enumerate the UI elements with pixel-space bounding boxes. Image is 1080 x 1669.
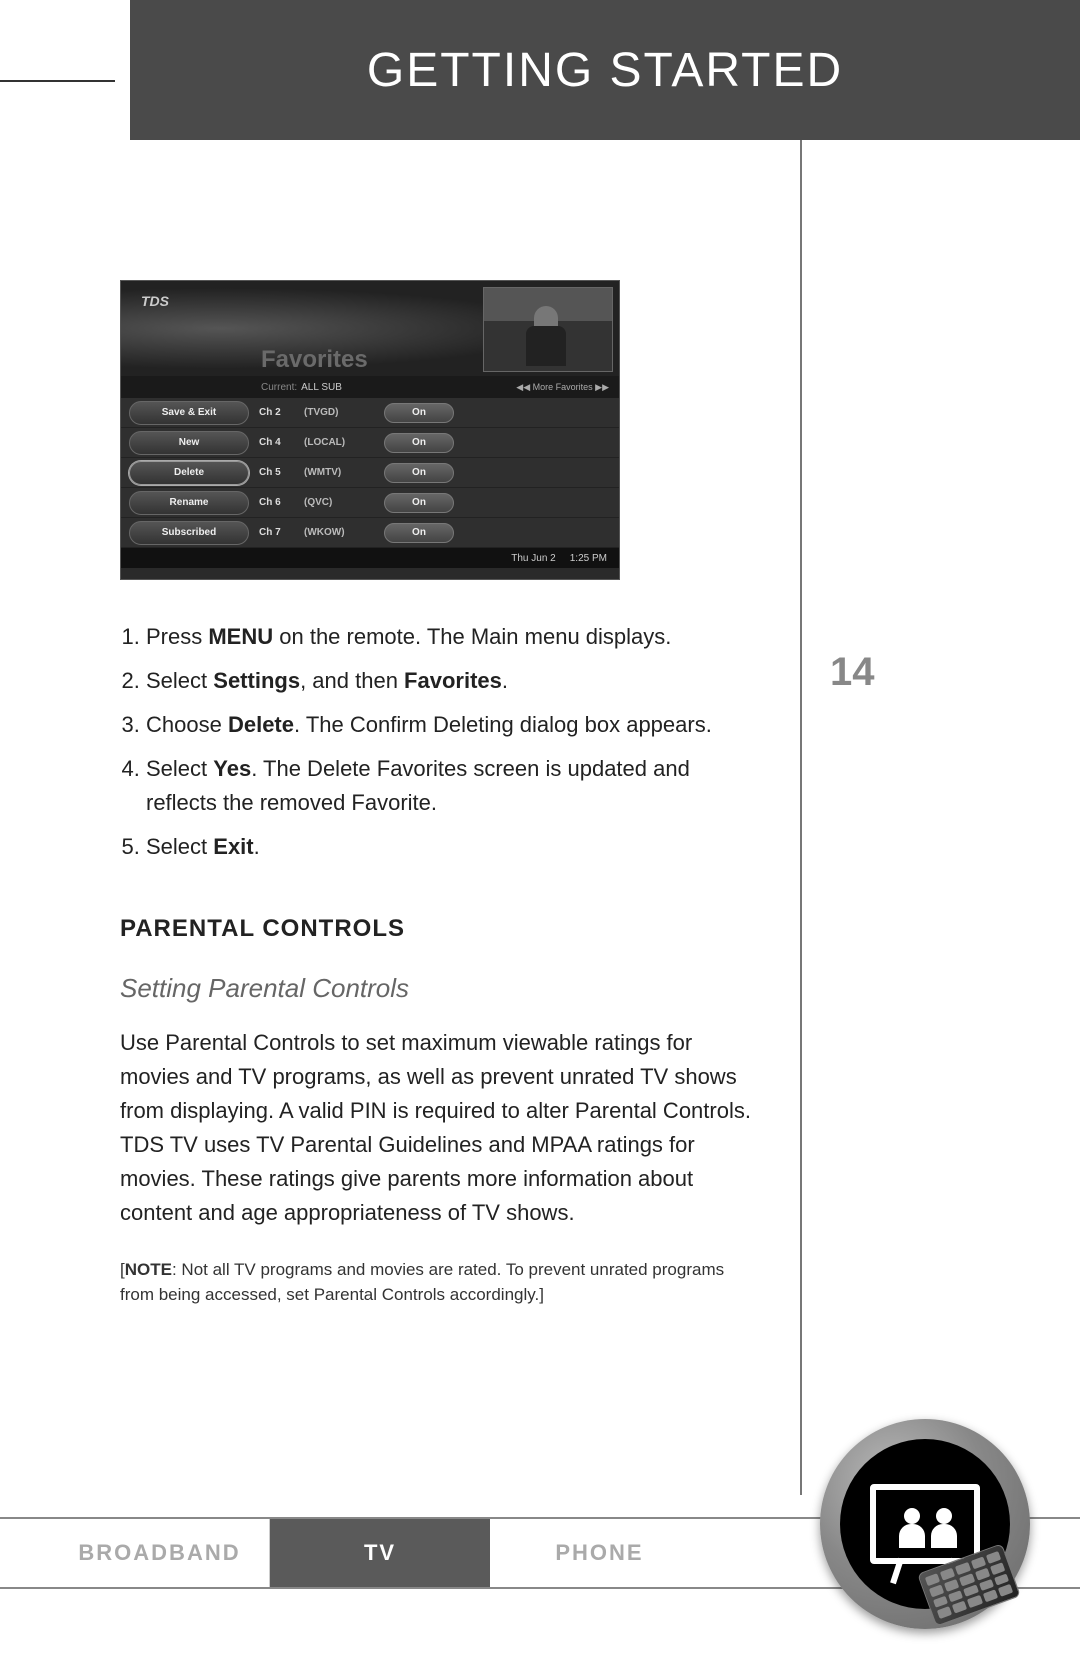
- delete-button[interactable]: Delete: [129, 461, 249, 485]
- tv-section-icon: [820, 1419, 1030, 1629]
- vertical-rule: [800, 140, 802, 1495]
- pip-person-body: [526, 326, 566, 366]
- step-text: on the remote. The Main menu displays.: [273, 624, 671, 649]
- person-body-icon: [899, 1524, 925, 1548]
- channel-number: Ch 4: [259, 437, 304, 448]
- step-bold: Exit: [213, 834, 253, 859]
- on-toggle[interactable]: On: [384, 463, 454, 483]
- step-bold: Settings: [213, 668, 300, 693]
- picture-in-picture: [483, 287, 613, 372]
- channel-call: (QVC): [304, 497, 384, 508]
- channel-number: Ch 6: [259, 497, 304, 508]
- screenshot-top: TDS Favorites: [121, 281, 619, 376]
- tds-logo: TDS: [141, 293, 169, 309]
- new-button[interactable]: New: [129, 431, 249, 455]
- icon-inner-circle: [840, 1439, 1010, 1609]
- header-accent-line: [0, 80, 115, 82]
- channel-number: Ch 5: [259, 467, 304, 478]
- step-text: Select: [146, 756, 213, 781]
- channel-number: Ch 7: [259, 527, 304, 538]
- step-text: Press: [146, 624, 208, 649]
- on-toggle[interactable]: On: [384, 403, 454, 423]
- main-content: TDS Favorites Current: ALL SUB ◀◀ More F…: [120, 280, 760, 1307]
- favorites-title: Favorites: [261, 346, 368, 374]
- step-2: Select Settings, and then Favorites.: [146, 664, 760, 698]
- save-exit-button[interactable]: Save & Exit: [129, 401, 249, 425]
- step-text: Select: [146, 834, 213, 859]
- channel-call: (WMTV): [304, 467, 384, 478]
- table-row: Delete Ch 5 (WMTV) On: [121, 458, 619, 488]
- table-row: New Ch 4 (LOCAL) On: [121, 428, 619, 458]
- pip-scene: [484, 288, 612, 371]
- on-toggle[interactable]: On: [384, 523, 454, 543]
- step-text: .: [502, 668, 508, 693]
- step-text: Select: [146, 668, 213, 693]
- step-text: , and then: [300, 668, 404, 693]
- current-value: ALL SUB: [301, 382, 342, 393]
- table-row: Subscribed Ch 7 (WKOW) On: [121, 518, 619, 548]
- header-banner: GETTING STARTED: [130, 0, 1080, 140]
- current-label: Current:: [261, 382, 297, 393]
- channel-call: (TVGD): [304, 407, 384, 418]
- tv-screen-icon: [870, 1484, 980, 1564]
- note-text: [NOTE: Not all TV programs and movies ar…: [120, 1258, 760, 1307]
- channel-call: (LOCAL): [304, 437, 384, 448]
- tab-phone[interactable]: PHONE: [490, 1519, 710, 1587]
- step-3: Choose Delete. The Confirm Deleting dial…: [146, 708, 760, 742]
- channel-call: (WKOW): [304, 527, 384, 538]
- step-text: . The Confirm Deleting dialog box appear…: [294, 712, 712, 737]
- footer-time: 1:25 PM: [570, 553, 607, 564]
- step-bold: Favorites: [404, 668, 502, 693]
- note-body: : Not all TV programs and movies are rat…: [120, 1260, 724, 1304]
- table-row: Save & Exit Ch 2 (TVGD) On: [121, 398, 619, 428]
- icon-outer-ring: [820, 1419, 1030, 1629]
- person-body-icon: [931, 1524, 957, 1548]
- screenshot-footer: Thu Jun 2 1:25 PM: [121, 548, 619, 568]
- tab-broadband[interactable]: BROADBAND: [50, 1519, 270, 1587]
- page-title: GETTING STARTED: [367, 43, 843, 98]
- instruction-steps: Press MENU on the remote. The Main menu …: [120, 620, 760, 865]
- table-row: Rename Ch 6 (QVC) On: [121, 488, 619, 518]
- step-5: Select Exit.: [146, 830, 760, 864]
- step-bold: Delete: [228, 712, 294, 737]
- body-paragraph: Use Parental Controls to set maximum vie…: [120, 1026, 760, 1231]
- subsection-heading: Setting Parental Controls: [120, 973, 760, 1004]
- person-icon: [904, 1508, 920, 1524]
- person-icon: [936, 1508, 952, 1524]
- tv-stand-icon: [890, 1558, 904, 1585]
- step-bold: Yes: [213, 756, 251, 781]
- on-toggle[interactable]: On: [384, 493, 454, 513]
- favorites-rows: Save & Exit Ch 2 (TVGD) On New Ch 4 (LOC…: [121, 398, 619, 548]
- rename-button[interactable]: Rename: [129, 491, 249, 515]
- more-favorites-label: ◀◀ More Favorites ▶▶: [516, 382, 609, 393]
- favorites-screenshot: TDS Favorites Current: ALL SUB ◀◀ More F…: [120, 280, 620, 580]
- step-text: Choose: [146, 712, 228, 737]
- tab-tv[interactable]: TV: [270, 1519, 490, 1587]
- current-bar: Current: ALL SUB ◀◀ More Favorites ▶▶: [121, 376, 619, 398]
- step-1: Press MENU on the remote. The Main menu …: [146, 620, 760, 654]
- step-text: .: [254, 834, 260, 859]
- footer-date: Thu Jun 2: [511, 553, 555, 564]
- step-bold: MENU: [208, 624, 273, 649]
- on-toggle[interactable]: On: [384, 433, 454, 453]
- page-number: 14: [830, 650, 875, 695]
- section-heading: PARENTAL CONTROLS: [120, 915, 760, 943]
- subscribed-button[interactable]: Subscribed: [129, 521, 249, 545]
- note-label: NOTE: [125, 1260, 172, 1279]
- step-4: Select Yes. The Delete Favorites screen …: [146, 752, 760, 820]
- channel-number: Ch 2: [259, 407, 304, 418]
